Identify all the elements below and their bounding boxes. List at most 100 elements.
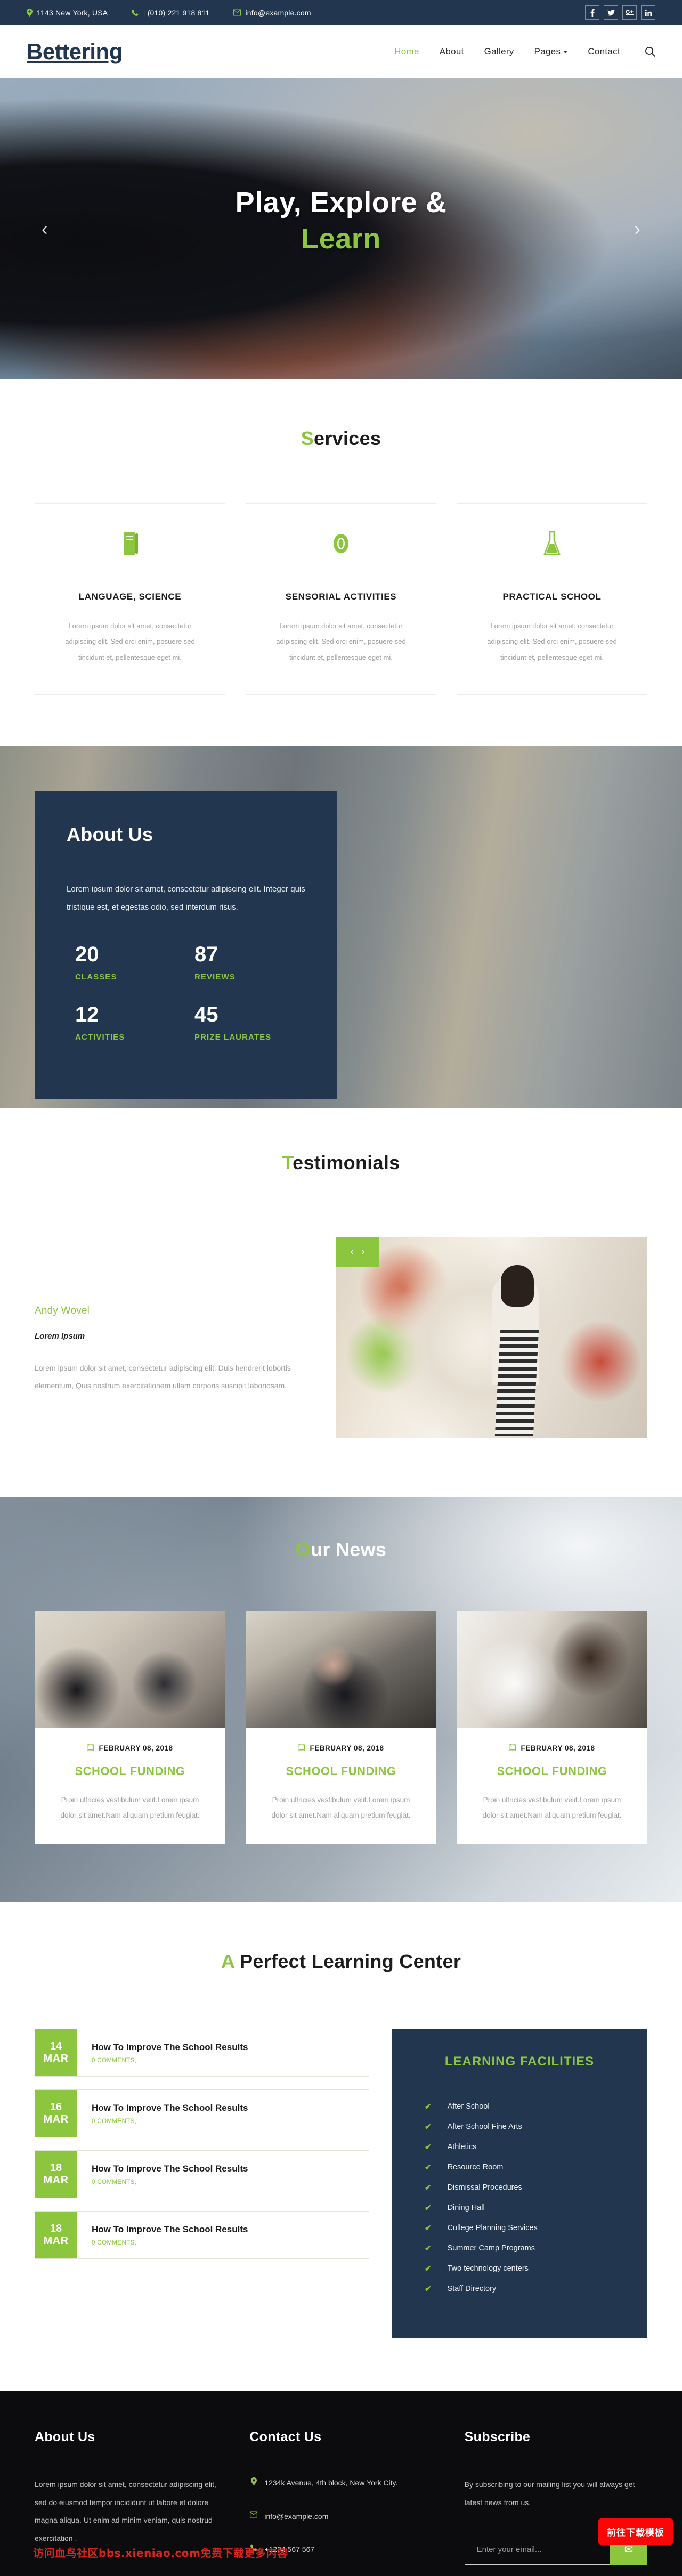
post-date-badge: 18 MAR	[35, 2151, 77, 2198]
nav-item-contact[interactable]: Contact	[588, 46, 620, 57]
post-title: How To Improve The School Results	[92, 2224, 248, 2234]
testimonial-stripes-shape	[494, 1329, 539, 1436]
primary-nav: Home About Gallery Pages Contact	[394, 46, 655, 57]
topbar-address-text: 1143 New York, USA	[37, 8, 108, 17]
hero-heading: Play, Explore & Learn	[236, 185, 447, 257]
check-icon: ✔	[425, 2223, 432, 2233]
check-icon: ✔	[425, 2142, 432, 2152]
news-thumbnail	[457, 1611, 647, 1728]
post-date-badge: 14 MAR	[35, 2029, 77, 2077]
post-day: 18	[50, 2162, 62, 2174]
post-month: MAR	[43, 2113, 69, 2126]
facility-label: Two technology centers	[447, 2264, 529, 2273]
hero-prev-arrow[interactable]: ‹	[42, 220, 47, 238]
news-card-text: Proin ultricies vestibulum velit.Lorem i…	[271, 1795, 411, 1820]
testimonial-prev-arrow[interactable]: ‹	[351, 1247, 354, 1257]
footer-about-text: Lorem ipsum dolor sit amet, consectetur …	[35, 2480, 216, 2542]
post-comments: 0 COMMENTS,	[92, 2057, 137, 2064]
post-item[interactable]: 18 MAR How To Improve The School Results…	[35, 2150, 369, 2199]
facility-label: Dismissal Procedures	[447, 2183, 522, 2192]
stat-label: CLASSES	[75, 972, 117, 982]
learning-facilities-panel: LEARNING FACILITIES ✔ After School ✔ After…	[392, 2029, 647, 2338]
email-field[interactable]	[464, 2534, 610, 2565]
service-card[interactable]: LANGUAGE, SCIENCE Lorem ipsum dolor sit …	[35, 503, 225, 695]
envelope-icon	[249, 2509, 258, 2524]
google-plus-icon[interactable]: G+	[622, 5, 637, 20]
facility-label: After School	[447, 2102, 490, 2111]
news-card-text: Proin ultricies vestibulum velit.Lorem i…	[60, 1795, 200, 1820]
hero-next-arrow[interactable]: ›	[635, 220, 640, 238]
book-icon	[50, 528, 210, 560]
topbar-address: 1143 New York, USA	[27, 9, 108, 17]
news-date: FEBRUARY 08, 2018	[47, 1743, 213, 1753]
service-card[interactable]: PRACTICAL SCHOOL Lorem ipsum dolor sit a…	[457, 503, 647, 695]
post-title: How To Improve The School Results	[92, 2102, 248, 2113]
facebook-icon[interactable]	[585, 5, 599, 20]
news-date-text: FEBRUARY 08, 2018	[99, 1744, 173, 1752]
topbar-phone-text: +(010) 221 918 811	[143, 8, 210, 17]
learning-center-title: A Perfect Learning Center	[35, 1950, 647, 1973]
phone-icon	[132, 9, 139, 16]
footer-about-title: About Us	[35, 2429, 95, 2445]
testimonials-title-rest: estimonials	[293, 1151, 400, 1173]
post-item[interactable]: 18 MAR How To Improve The School Results…	[35, 2211, 369, 2259]
service-name: LANGUAGE, SCIENCE	[78, 592, 182, 602]
testimonial-text: Lorem ipsum dolor sit amet, consectetur …	[35, 1363, 291, 1390]
post-comments: 0 COMMENTS,	[92, 2239, 137, 2246]
check-icon: ✔	[425, 2284, 432, 2294]
hero-heading-line1: Play, Explore &	[235, 187, 447, 218]
top-contact-bar: 1143 New York, USA +(010) 221 918 811 in…	[0, 0, 682, 25]
site-logo[interactable]: Bettering	[27, 39, 123, 64]
facility-item: ✔ Dismissal Procedures	[425, 2183, 647, 2192]
stat-item: 20 CLASSES	[67, 944, 186, 982]
news-card[interactable]: FEBRUARY 08, 2018 SCHOOL FUNDING Proin u…	[246, 1611, 436, 1844]
twitter-icon[interactable]	[604, 5, 618, 20]
about-card: About Us Lorem ipsum dolor sit amet, con…	[35, 791, 337, 1099]
services-title-accent: S	[301, 427, 314, 449]
post-item[interactable]: 14 MAR How To Improve The School Results…	[35, 2029, 369, 2077]
news-date: FEBRUARY 08, 2018	[469, 1743, 635, 1753]
facility-label: Athletics	[447, 2143, 477, 2152]
news-card-title: SCHOOL FUNDING	[497, 1764, 607, 1778]
service-text: Lorem ipsum dolor sit amet, consectetur …	[65, 622, 195, 661]
check-icon: ✔	[425, 2102, 432, 2111]
footer-email-text[interactable]: info@example.com	[264, 2509, 328, 2524]
topbar-email-text: info@example.com	[245, 8, 311, 17]
facility-item: ✔ After School	[425, 2102, 647, 2111]
post-day: 16	[50, 2101, 62, 2113]
search-icon[interactable]	[645, 46, 655, 57]
nav-item-gallery[interactable]: Gallery	[484, 46, 514, 57]
site-footer: About Us Lorem ipsum dolor sit amet, con…	[0, 2391, 682, 2576]
facility-label: Resource Room	[447, 2163, 504, 2172]
download-template-button[interactable]: 前往下载模板	[598, 2517, 673, 2545]
stat-item: 45 PRIZE LAURATES	[186, 1004, 305, 1042]
news-card[interactable]: FEBRUARY 08, 2018 SCHOOL FUNDING Proin u…	[35, 1611, 225, 1844]
social-links: G+	[585, 5, 655, 20]
testimonial-next-arrow[interactable]: ›	[361, 1247, 364, 1257]
check-icon: ✔	[425, 2162, 432, 2172]
testimonials-title: Testimonials	[35, 1152, 647, 1174]
testimonial-nav: ‹ ›	[336, 1236, 379, 1267]
stat-item: 87 REVIEWS	[186, 944, 305, 982]
watermark-text: 访问血鸟社区bbs.xieniao.com免费下载更多内容	[33, 2546, 288, 2559]
nav-item-pages[interactable]: Pages	[534, 46, 568, 57]
post-comments: 0 COMMENTS,	[92, 2178, 137, 2185]
news-date-text: FEBRUARY 08, 2018	[521, 1744, 595, 1752]
post-month: MAR	[43, 2174, 69, 2186]
nav-item-home[interactable]: Home	[394, 46, 419, 57]
post-month: MAR	[43, 2235, 69, 2247]
check-icon: ✔	[425, 2183, 432, 2192]
facility-item: ✔ After School Fine Arts	[425, 2123, 647, 2131]
news-card[interactable]: FEBRUARY 08, 2018 SCHOOL FUNDING Proin u…	[457, 1611, 647, 1844]
linkedin-icon[interactable]	[641, 5, 655, 20]
map-pin-icon	[27, 9, 33, 17]
post-comments: 0 COMMENTS,	[92, 2118, 137, 2125]
testimonials-title-accent: T	[282, 1151, 293, 1173]
service-card[interactable]: SENSORIAL ACTIVITIES Lorem ipsum dolor s…	[246, 503, 436, 695]
stat-number: 20	[75, 942, 99, 966]
testimonial-author: Andy Wovel	[35, 1305, 90, 1316]
facility-item: ✔ Two technology centers	[425, 2264, 647, 2273]
nav-item-about[interactable]: About	[440, 46, 464, 57]
service-name: SENSORIAL ACTIVITIES	[285, 592, 397, 602]
post-item[interactable]: 16 MAR How To Improve The School Results…	[35, 2089, 369, 2138]
